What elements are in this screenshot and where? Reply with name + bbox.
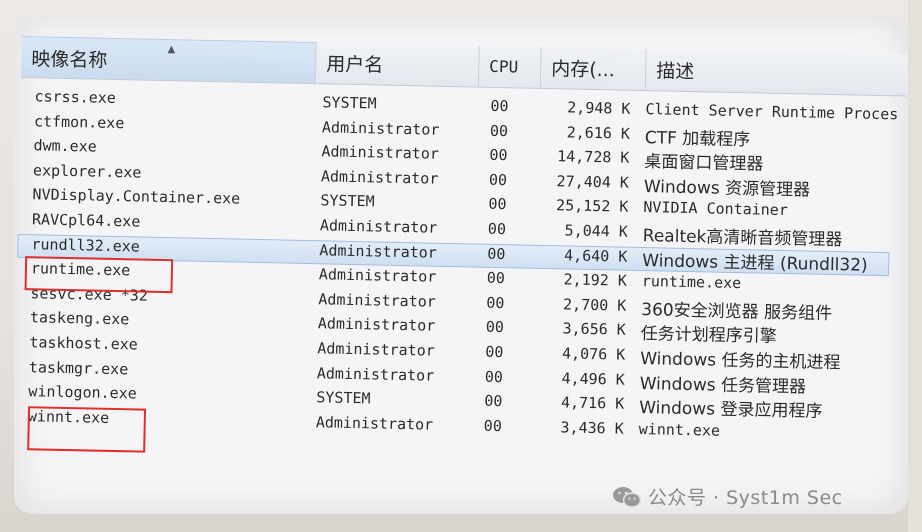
- process-user: Administrator: [315, 412, 434, 434]
- highlight-box-runtime: [24, 256, 174, 294]
- process-name: winlogon.exe: [28, 382, 137, 403]
- process-user: Administrator: [318, 290, 436, 311]
- process-memory: 3,436 K: [560, 418, 624, 438]
- watermark-text: 公众号 · Syst1m Sec: [648, 487, 843, 509]
- process-memory: 25,152 K: [555, 196, 629, 217]
- watermark: 公众号 · Syst1m Sec: [612, 483, 843, 510]
- process-cpu: 00: [483, 416, 503, 435]
- process-cpu: 00: [487, 219, 507, 239]
- process-user: Administrator: [319, 240, 437, 262]
- sort-ascending-icon: ▲: [167, 44, 176, 56]
- process-name: explorer.exe: [32, 161, 142, 182]
- process-cpu: 00: [489, 121, 509, 140]
- column-label-description: 描述: [656, 60, 695, 84]
- process-name: csrss.exe: [34, 87, 117, 107]
- process-name: RAVCpl64.exe: [31, 210, 141, 231]
- process-memory: 4,076 K: [561, 344, 626, 364]
- task-manager-screen: 映像名称 ▲ 用户名 CPU 内存(... 描述 csrss.exe SYSTEM…: [14, 14, 908, 514]
- process-memory: 4,640 K: [563, 245, 628, 266]
- process-cpu: 00: [490, 96, 509, 116]
- column-label-memory: 内存(...: [551, 58, 616, 82]
- column-header-user-name[interactable]: 用户名: [315, 42, 480, 88]
- process-user: SYSTEM: [322, 93, 377, 113]
- process-user: Administrator: [317, 314, 436, 336]
- process-table: 映像名称 ▲ 用户名 CPU 内存(... 描述 csrss.exe SYSTEM…: [14, 28, 908, 466]
- wechat-icon: [613, 486, 642, 508]
- process-description: runtime.exe: [641, 272, 742, 293]
- process-cpu: 00: [486, 268, 506, 288]
- process-memory: 27,404 K: [556, 172, 630, 192]
- process-cpu: 00: [488, 170, 508, 189]
- process-cpu: 00: [485, 318, 505, 337]
- process-name: ctfmon.exe: [33, 111, 125, 132]
- process-user: Administrator: [318, 265, 437, 286]
- process-name: taskmgr.exe: [28, 357, 129, 378]
- process-memory: 2,616 K: [566, 123, 631, 143]
- process-user: Administrator: [316, 363, 435, 385]
- process-cpu: 00: [488, 195, 507, 214]
- process-description: winnt.exe: [638, 419, 721, 440]
- photo-edge: [908, 0, 922, 532]
- column-label-image-name: 映像名称: [31, 47, 108, 72]
- process-memory: 4,496 K: [561, 368, 625, 389]
- process-memory: 14,728 K: [556, 147, 630, 167]
- process-cpu: 00: [485, 342, 504, 362]
- process-user: Administrator: [321, 117, 440, 139]
- photo-frame: 映像名称 ▲ 用户名 CPU 内存(... 描述 csrss.exe SYSTEM…: [0, 0, 922, 532]
- column-label-user-name: 用户名: [326, 53, 384, 77]
- process-memory: 2,948 K: [567, 98, 631, 118]
- process-name: taskhost.exe: [29, 333, 138, 354]
- process-memory: 5,044 K: [564, 221, 629, 241]
- process-memory: 2,192 K: [563, 270, 628, 290]
- process-cpu: 00: [486, 293, 505, 312]
- process-name: rundll32.exe: [31, 234, 141, 256]
- process-name: NVDisplay.Container.exe: [32, 185, 241, 208]
- column-label-cpu: CPU: [489, 56, 519, 77]
- process-name: taskeng.exe: [29, 308, 130, 329]
- highlight-box-winnt: [27, 406, 147, 453]
- process-description: Client Server Runtime Proces: [645, 100, 899, 124]
- column-header-cpu[interactable]: CPU: [478, 45, 542, 89]
- process-name: dwm.exe: [33, 136, 97, 156]
- process-user: Administrator: [321, 142, 440, 163]
- column-header-description[interactable]: 描述: [645, 49, 908, 97]
- column-header-image-name[interactable]: 映像名称 ▲: [20, 35, 317, 85]
- process-cpu: 00: [484, 367, 504, 386]
- process-cpu: 00: [487, 244, 506, 263]
- process-memory: 2,700 K: [562, 295, 627, 315]
- process-cpu: 00: [489, 146, 508, 165]
- column-header-memory[interactable]: 内存(...: [540, 46, 647, 92]
- process-memory: 4,716 K: [560, 393, 625, 413]
- process-user: Administrator: [317, 339, 435, 360]
- process-user: SYSTEM: [316, 388, 371, 408]
- process-user: Administrator: [319, 216, 438, 237]
- process-description: NVIDIA Container: [643, 198, 789, 220]
- process-user: Administrator: [320, 167, 439, 188]
- process-user: SYSTEM: [320, 191, 375, 211]
- process-memory: 3,656 K: [562, 319, 626, 340]
- process-cpu: 00: [484, 391, 503, 411]
